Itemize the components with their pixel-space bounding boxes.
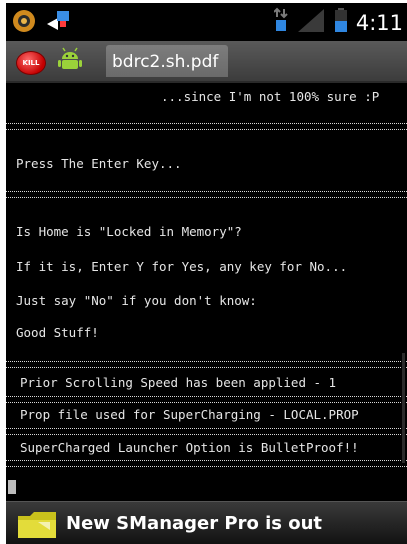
terminal-line: Just say "No" if you don't know:: [16, 293, 257, 308]
clock: 4:11: [355, 10, 403, 35]
separator: [6, 428, 407, 435]
phone-screen: 4:11 KILL bdrc2.sh.pdf ...since I'm not …: [6, 3, 407, 544]
folder-icon: [16, 508, 58, 542]
terminal-line: SuperCharged Launcher Option is BulletPr…: [20, 440, 359, 455]
separator: [6, 123, 407, 130]
terminal-line: Is Home is "Locked in Memory"?: [16, 224, 242, 239]
terminal-output[interactable]: ...since I'm not 100% sure :P Press The …: [6, 83, 407, 500]
terminal-line: Prop file used for SuperCharging - LOCAL…: [20, 407, 359, 422]
terminal-line: Good Stuff!: [16, 325, 99, 340]
terminal-scrollbar[interactable]: [402, 353, 405, 463]
separator: [6, 191, 407, 198]
terminal-line: Prior Scrolling Speed has been applied -…: [20, 375, 337, 390]
text-cursor: [8, 480, 16, 494]
app-icon: [12, 9, 36, 38]
notification-icon: [44, 9, 72, 38]
android-icon[interactable]: [58, 47, 82, 73]
app-toolbar: KILL bdrc2.sh.pdf: [6, 41, 407, 83]
terminal-line: ...since I'm not 100% sure :P: [161, 89, 380, 104]
kill-button[interactable]: KILL: [16, 51, 46, 75]
notification-text: New SManager Pro is out: [66, 513, 323, 534]
status-bar-left: [12, 9, 72, 38]
data-transfer-icon: [273, 7, 288, 38]
separator: [6, 361, 407, 368]
battery-icon: [334, 7, 348, 38]
separator: [6, 396, 407, 403]
status-bar: 4:11: [6, 3, 407, 41]
status-bar-right: 4:11: [273, 7, 403, 38]
terminal-line: If it is, Enter Y for Yes, any key for N…: [16, 259, 348, 274]
signal-icon: [296, 7, 326, 38]
terminal-line: Press The Enter Key...: [16, 156, 182, 171]
separator: [6, 460, 407, 467]
notification-banner[interactable]: New SManager Pro is out: [6, 501, 407, 544]
tab-file[interactable]: bdrc2.sh.pdf: [106, 45, 228, 77]
